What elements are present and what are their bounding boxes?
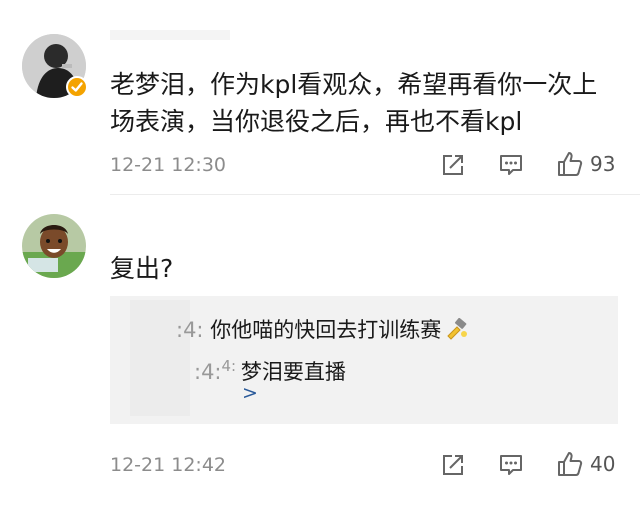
like-button[interactable]: 93 [556,150,615,178]
comment-text: 复出? [110,254,174,283]
share-button[interactable] [440,152,466,178]
reply-text: 你他喵的快回去打训练赛 [210,318,442,342]
reply-item[interactable]: :4:4: 梦泪要直播 [194,356,346,386]
reply-username-suffix: 4: [221,357,241,375]
comment-item: 老梦泪，作为kpl看观众，希望再看你一次上场表演，当你退役之后，再也不看kpl … [0,0,640,200]
comment-icon [500,155,522,175]
username-obscured [110,30,230,40]
reply-button[interactable] [498,152,524,178]
reply-preview[interactable]: :4: 你他喵的快回去打训练赛 :4:4: 梦泪要直播 > [110,296,618,424]
like-count: 93 [590,152,616,176]
reply-item[interactable]: :4: 你他喵的快回去打训练赛 [176,314,469,344]
comment-time: 12-21 12:42 [110,454,227,476]
hammer-emoji-icon [447,318,468,340]
divider [110,194,640,195]
comment-icon [500,455,522,475]
reply-text: 梦泪要直播 [240,360,346,384]
comment-time: 12-21 12:30 [110,154,227,176]
reply-button[interactable] [498,452,524,478]
verified-icon [66,76,88,98]
like-count: 40 [590,452,616,476]
share-icon [443,455,463,475]
share-button[interactable] [440,452,466,478]
thumbs-up-icon [558,452,583,476]
thumbs-up-icon [558,152,583,176]
more-replies-link[interactable]: > [242,382,258,404]
reply-username[interactable]: :4: [176,318,204,342]
like-button[interactable]: 40 [556,450,615,478]
share-icon [443,155,463,175]
comment-text: 老梦泪，作为kpl看观众，希望再看你一次上场表演，当你退役之后，再也不看kpl [110,70,598,136]
comment-item: 复出? :4: 你他喵的快回去打训练赛 :4:4: 梦泪要直播 > 12-21 … [0,200,640,507]
avatar[interactable] [22,214,86,278]
reply-username[interactable]: :4: [194,360,222,384]
